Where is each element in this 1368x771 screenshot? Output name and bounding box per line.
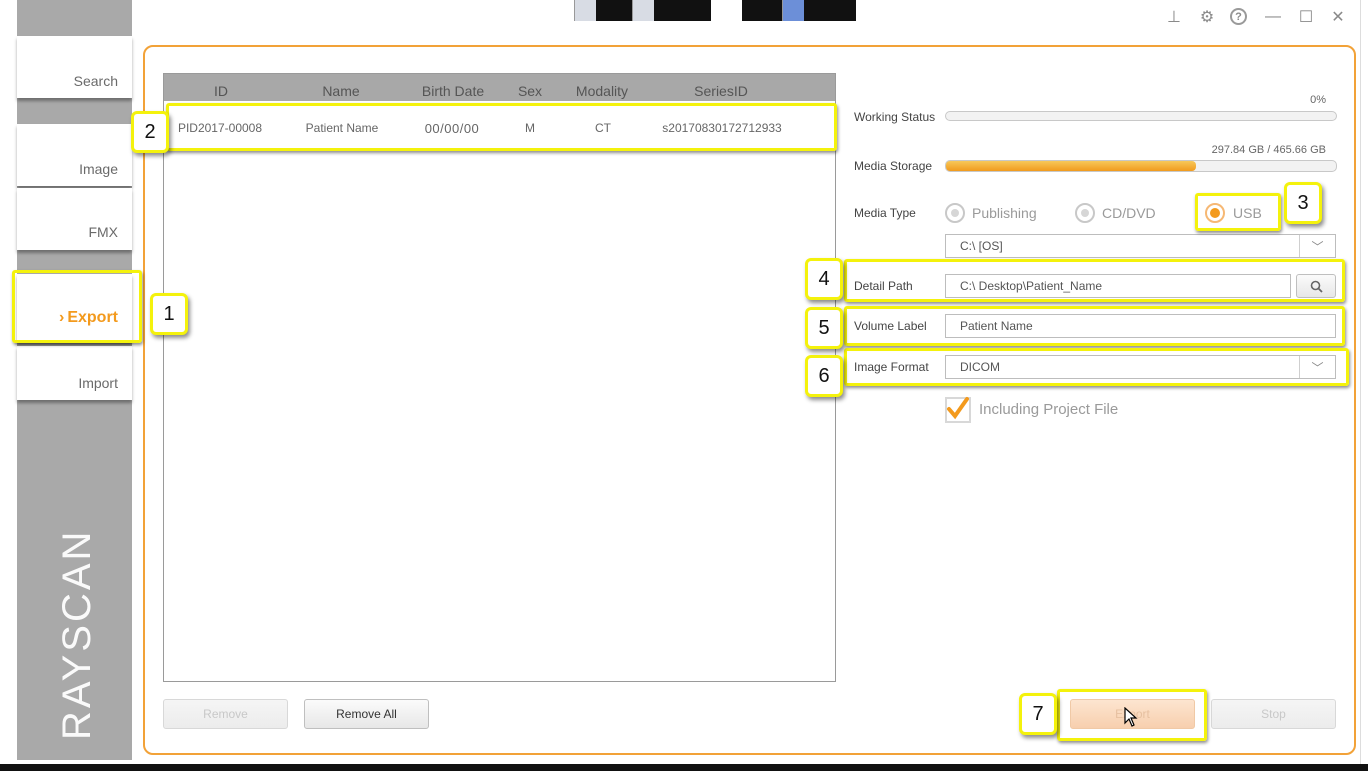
column-header-name[interactable]: Name xyxy=(301,83,381,99)
minimize-icon[interactable]: — xyxy=(1263,7,1283,27)
callout-number-4: 4 xyxy=(805,258,843,300)
column-header-sex[interactable]: Sex xyxy=(510,83,550,99)
series-table xyxy=(163,73,836,682)
media-storage-usage: 297.84 GB / 465.66 GB xyxy=(1211,144,1326,156)
callout-highlight-volume-label xyxy=(844,306,1345,346)
sidebar-item-label: Image xyxy=(79,161,118,177)
sidebar-item-label: Search xyxy=(73,73,118,89)
brand-logo: RAYSCAN xyxy=(55,528,99,740)
close-icon[interactable]: ✕ xyxy=(1328,7,1348,27)
table-header: ID Name Birth Date Sex Modality SeriesID xyxy=(164,74,835,101)
column-header-id[interactable]: ID xyxy=(186,83,256,99)
working-status-progress-bar xyxy=(945,111,1337,121)
callout-highlight-export-tab xyxy=(12,270,142,343)
remove-button[interactable]: Remove xyxy=(163,699,288,729)
callout-number-7: 7 xyxy=(1019,693,1057,735)
working-status-percent: 0% xyxy=(1310,94,1326,106)
stop-button[interactable]: Stop xyxy=(1211,699,1336,729)
right-edge xyxy=(1360,0,1368,764)
media-storage-bar xyxy=(945,160,1337,172)
callout-highlight-table-row xyxy=(166,103,837,151)
remove-all-button[interactable]: Remove All xyxy=(304,699,429,729)
chevron-down-icon: ﹀ xyxy=(1299,235,1335,257)
callout-highlight-export-button xyxy=(1057,689,1207,741)
column-header-birth-date[interactable]: Birth Date xyxy=(408,83,498,99)
include-project-checkbox[interactable] xyxy=(945,397,971,423)
callout-highlight-detail-path xyxy=(844,259,1345,302)
column-header-modality[interactable]: Modality xyxy=(562,83,642,99)
radio-publishing[interactable] xyxy=(945,203,965,223)
callout-number-3: 3 xyxy=(1284,182,1322,224)
maximize-icon[interactable]: ☐ xyxy=(1296,7,1316,27)
sidebar-item-image[interactable]: Image xyxy=(17,124,132,186)
checkmark-icon xyxy=(947,397,969,420)
callout-number-6: 6 xyxy=(805,355,843,397)
media-storage-label: Media Storage xyxy=(854,159,933,173)
media-type-label: Media Type xyxy=(854,206,916,220)
radio-publishing-label: Publishing xyxy=(972,205,1037,221)
radio-cd-dvd[interactable] xyxy=(1075,203,1095,223)
callout-number-2: 2 xyxy=(131,111,169,153)
bottom-bar xyxy=(0,764,1368,771)
drive-select[interactable]: C:\ [OS] ﹀ xyxy=(945,234,1336,258)
help-icon[interactable]: ? xyxy=(1230,8,1247,25)
settings-gear-icon[interactable]: ⚙ xyxy=(1197,7,1217,27)
radio-cd-dvd-label: CD/DVD xyxy=(1102,205,1156,221)
media-storage-fill xyxy=(946,161,1196,171)
column-header-series-id[interactable]: SeriesID xyxy=(674,83,768,99)
callout-number-1: 1 xyxy=(150,293,188,335)
pin-icon[interactable]: ⊥ xyxy=(1164,7,1184,27)
left-edge xyxy=(0,0,17,771)
thumbnail-strip-left xyxy=(574,0,711,21)
sidebar-item-label: Import xyxy=(78,375,118,391)
callout-number-5: 5 xyxy=(805,307,843,349)
thumbnail-strip-right xyxy=(742,0,856,21)
callout-highlight-usb xyxy=(1195,193,1281,231)
include-project-label: Including Project File xyxy=(979,401,1119,418)
sidebar-item-search[interactable]: Search xyxy=(17,36,132,98)
drive-select-value: C:\ [OS] xyxy=(960,239,1003,253)
working-status-label: Working Status xyxy=(854,110,936,124)
callout-highlight-image-format xyxy=(844,348,1349,386)
sidebar-item-label: FMX xyxy=(88,224,118,240)
sidebar-item-fmx[interactable]: FMX xyxy=(17,188,132,250)
sidebar-item-import[interactable]: Import xyxy=(17,346,132,400)
